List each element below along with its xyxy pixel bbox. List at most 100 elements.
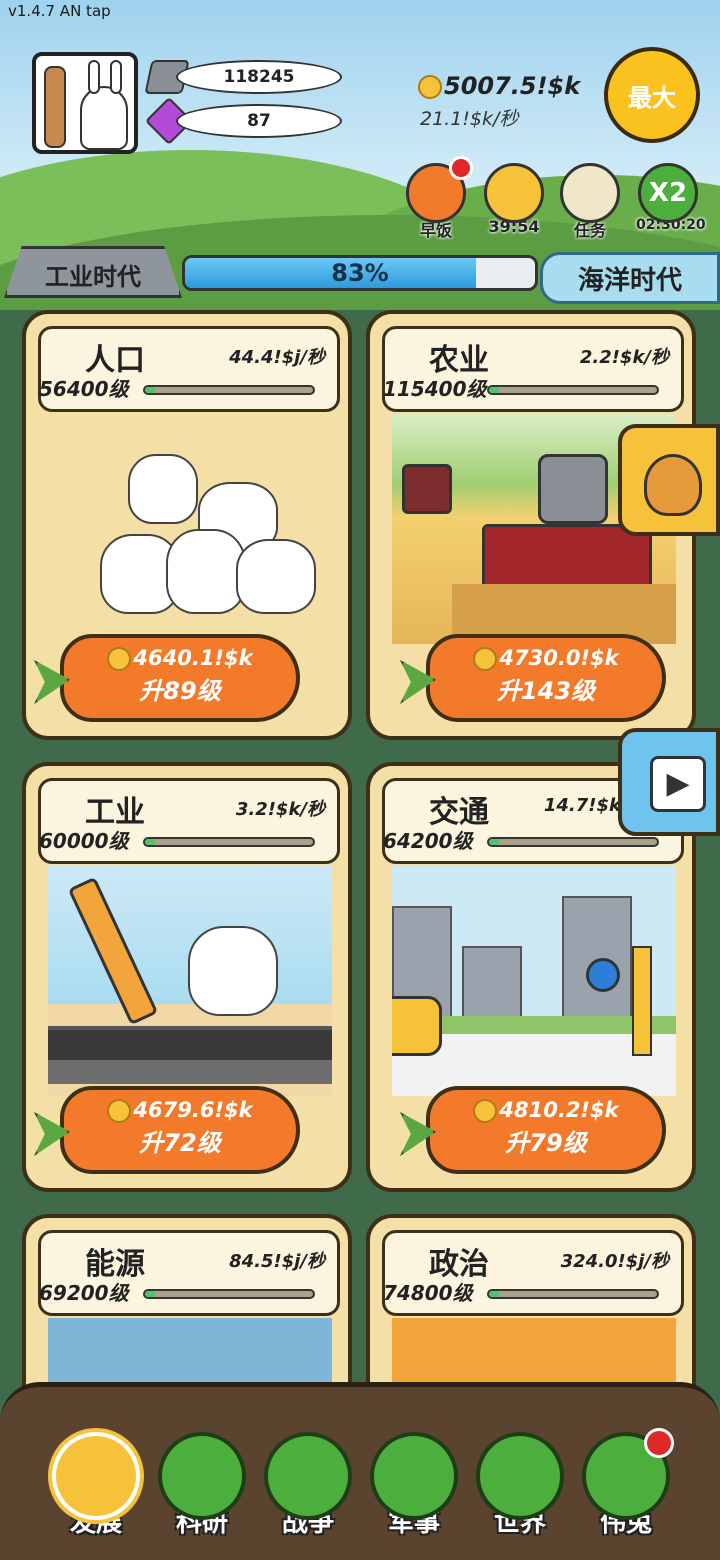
video-ad-button[interactable]: ▶ xyxy=(618,728,720,836)
growth-arrow-icon xyxy=(52,1432,140,1520)
level-bar xyxy=(487,385,659,395)
gem-bag-offer[interactable] xyxy=(618,424,720,536)
card-rate: 44.4!$j/秒 xyxy=(229,347,325,368)
gem-bag-icon xyxy=(644,454,702,516)
card-level: 64200级 xyxy=(383,829,473,853)
bunny-icon xyxy=(128,454,198,524)
card-level: 74800级 xyxy=(383,1281,473,1305)
level-bar-fill xyxy=(489,839,500,845)
upgrade-cost: 4640.1!$k xyxy=(64,646,296,671)
upgrade-button[interactable]: 4730.0!$k 升143级 xyxy=(400,634,666,722)
nav-develop[interactable]: 发展 xyxy=(50,1432,142,1539)
level-bar xyxy=(487,1289,659,1299)
max-button[interactable]: 最大 xyxy=(604,47,700,143)
upgrade-button[interactable]: 4810.2!$k 升79级 xyxy=(400,1086,666,1174)
card-rate: 84.5!$j/秒 xyxy=(229,1251,325,1272)
card-rate: 2.2!$k/秒 xyxy=(579,347,669,368)
money-rate: 21.1!$k/秒 xyxy=(420,108,519,130)
card-header: 人口 44.4!$j/秒 56400级 xyxy=(38,326,340,412)
coin-icon xyxy=(418,75,442,99)
ingot-count: 118245 xyxy=(176,60,342,94)
nav-war[interactable]: 战争 xyxy=(262,1432,354,1539)
taxi-icon xyxy=(392,996,442,1056)
bunny-ear xyxy=(110,60,122,94)
money-total-text: 5007.5!$k xyxy=(444,72,581,100)
flask-icon xyxy=(158,1432,246,1520)
nav-military[interactable]: 军事 xyxy=(368,1432,460,1539)
conveyor-belt xyxy=(48,1026,332,1060)
card-level: 60000级 xyxy=(39,829,129,853)
crossed-swords-icon xyxy=(264,1432,352,1520)
current-era[interactable]: 工业时代 xyxy=(4,246,182,298)
bunny-ear xyxy=(88,60,100,94)
upgrade-cost: 4810.2!$k xyxy=(430,1098,662,1123)
upgrade-cost-text: 4679.6!$k xyxy=(133,1098,253,1122)
nav-world[interactable]: 世界 xyxy=(474,1432,566,1539)
level-bar xyxy=(143,837,315,847)
card-rate: 324.0!$j/秒 xyxy=(560,1251,669,1272)
bus-stop-sign-icon xyxy=(586,958,620,992)
level-bar-fill xyxy=(145,1291,156,1297)
spiked-club-icon xyxy=(44,66,66,148)
card-header: 能源 84.5!$j/秒 69200级 xyxy=(38,1230,340,1316)
building xyxy=(462,946,522,1026)
transport-illustration xyxy=(392,866,676,1096)
money-total: 5007.5!$k xyxy=(418,72,580,100)
upgrade-levels: 升143级 xyxy=(496,677,596,705)
level-bar-fill xyxy=(145,839,156,845)
player-avatar[interactable] xyxy=(32,52,138,154)
bunny-icon xyxy=(80,86,128,150)
upgrade-button[interactable]: 4640.1!$k 升89级 xyxy=(34,634,300,722)
quick-coin-timer[interactable]: 39:54 xyxy=(482,163,546,236)
notification-dot xyxy=(644,1428,674,1458)
card-industry[interactable]: 工业 3.2!$k/秒 60000级 4679.6!$k 升72级 xyxy=(22,762,352,1192)
upgrade-cost-text: 4640.1!$k xyxy=(133,646,253,670)
globe-icon xyxy=(476,1432,564,1520)
quick-tasks[interactable]: 任务 xyxy=(558,163,622,241)
quick-breakfast[interactable]: 早饭 xyxy=(404,156,473,241)
helmet-icon xyxy=(370,1432,458,1520)
play-icon: ▶ xyxy=(650,756,706,812)
coin-stack-icon xyxy=(484,163,544,223)
bunny-icon xyxy=(188,926,278,1016)
level-bar xyxy=(487,837,659,847)
upgrade-levels: 升89级 xyxy=(139,677,221,705)
nav-research[interactable]: 科研 xyxy=(156,1432,248,1539)
harvester-cab xyxy=(538,454,608,524)
upgrade-levels: 升79级 xyxy=(505,1129,587,1157)
bunny-icon xyxy=(166,529,246,614)
version-label: v1.4.7 AN tap xyxy=(8,2,111,20)
industry-illustration xyxy=(48,866,332,1096)
card-header: 工业 3.2!$k/秒 60000级 xyxy=(38,778,340,864)
x2-icon: X2 xyxy=(638,163,698,223)
clipboard-icon xyxy=(560,163,620,223)
era-progress: 83% xyxy=(182,255,538,291)
coin-icon xyxy=(107,1099,132,1123)
harvester-small-icon xyxy=(402,464,452,514)
robot-arm-icon xyxy=(67,876,159,1026)
card-rate: 3.2!$k/秒 xyxy=(235,799,325,820)
level-bar-fill xyxy=(489,1291,500,1297)
coin-icon xyxy=(473,1099,498,1123)
upgrade-cost-text: 4810.2!$k xyxy=(499,1098,619,1122)
upgrade-cost-text: 4730.0!$k xyxy=(499,646,619,670)
card-level: 115400级 xyxy=(383,377,487,401)
card-header: 农业 2.2!$k/秒 115400级 xyxy=(382,326,684,412)
coin-icon xyxy=(473,647,498,671)
card-rate: 14.7!$k xyxy=(543,795,621,816)
conveyor-base xyxy=(48,1060,332,1084)
gem-count: 87 xyxy=(176,104,342,138)
level-bar-fill xyxy=(145,387,156,393)
quick-double-boost[interactable]: X2 02:30:20 xyxy=(636,163,706,233)
next-era[interactable]: 海洋时代 xyxy=(540,252,720,304)
upgrade-levels: 升72级 xyxy=(139,1129,221,1157)
level-bar xyxy=(143,385,315,395)
card-population[interactable]: 人口 44.4!$j/秒 56400级 4640.1!$k 升89级 xyxy=(22,310,352,740)
traffic-light-pole xyxy=(632,946,652,1056)
upgrade-button[interactable]: 4679.6!$k 升72级 xyxy=(34,1086,300,1174)
notification-dot xyxy=(449,156,473,180)
nav-great-bunny[interactable]: 伟兔 xyxy=(580,1428,674,1539)
carrot-icon xyxy=(406,156,473,223)
upgrade-cost: 4730.0!$k xyxy=(430,646,662,671)
card-level: 69200级 xyxy=(39,1281,129,1305)
